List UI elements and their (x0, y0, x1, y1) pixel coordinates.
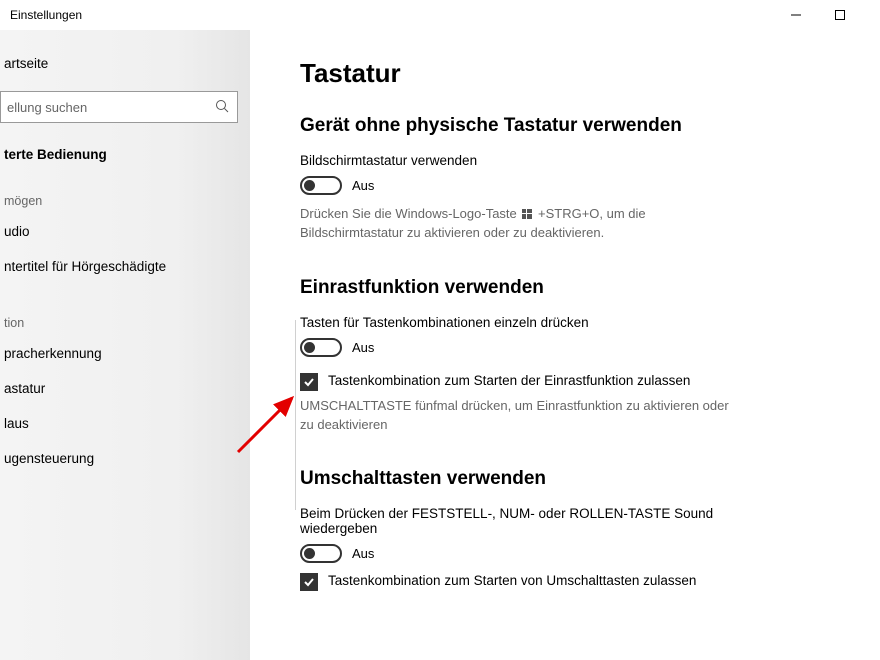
checkbox-sticky-shortcut[interactable] (300, 373, 318, 391)
toggle-state-label: Aus (352, 546, 374, 561)
section-heading: Umschalttasten verwenden (300, 468, 850, 490)
close-spacer (862, 0, 880, 30)
home-link[interactable]: artseite (0, 48, 250, 79)
toggle-onscreen-keyboard[interactable] (300, 176, 342, 195)
section-heading: Gerät ohne physische Tastatur verwenden (300, 115, 850, 137)
section-toggle-keys: Umschalttasten verwenden Beim Drücken de… (300, 468, 850, 591)
sidebar: artseite ellung suchen terte Bedienung m… (0, 30, 250, 660)
checkbox-togglekeys-shortcut[interactable] (300, 573, 318, 591)
window-title: Einstellungen (10, 8, 774, 22)
titlebar: Einstellungen (0, 0, 880, 30)
setting-label: Bildschirmtastatur verwenden (300, 153, 850, 168)
nav-item-keyboard[interactable]: astatur (0, 371, 250, 406)
nav-item-speech[interactable]: pracherkennung (0, 336, 250, 371)
group-label-0: mögen (4, 194, 250, 208)
vertical-divider (295, 320, 296, 510)
page-title: Tastatur (300, 58, 850, 89)
section-sticky-keys: Einrastfunktion verwenden Tasten für Tas… (300, 277, 850, 435)
nav-item-captions[interactable]: ntertitel für Hörgeschädigte (0, 249, 250, 284)
category-heading: terte Bedienung (4, 147, 250, 162)
minimize-button[interactable] (774, 0, 818, 30)
setting-label: Tasten für Tastenkombinationen einzeln d… (300, 315, 850, 330)
maximize-button[interactable] (818, 0, 862, 30)
checkbox-label: Tastenkombination zum Starten der Einras… (328, 373, 690, 388)
search-input[interactable]: ellung suchen (0, 91, 238, 123)
toggle-sticky-keys[interactable] (300, 338, 342, 357)
section-onscreen-keyboard: Gerät ohne physische Tastatur verwenden … (300, 115, 850, 243)
search-icon (215, 99, 229, 116)
nav-item-mouse[interactable]: laus (0, 406, 250, 441)
hint-text: Drücken Sie die Windows-Logo-Taste +STRG… (300, 205, 740, 243)
group-label-1: tion (4, 316, 250, 330)
nav-item-eyetracking[interactable]: ugensteuerung (0, 441, 250, 476)
checkbox-label: Tastenkombination zum Starten von Umscha… (328, 573, 696, 588)
search-placeholder: ellung suchen (7, 100, 215, 115)
setting-label: Beim Drücken der FESTSTELL-, NUM- oder R… (300, 506, 740, 536)
toggle-state-label: Aus (352, 340, 374, 355)
nav-item-audio[interactable]: udio (0, 214, 250, 249)
hint-text: UMSCHALTTASTE fünfmal drücken, um Einras… (300, 397, 740, 435)
content-pane: Tastatur Gerät ohne physische Tastatur v… (250, 30, 880, 660)
section-heading: Einrastfunktion verwenden (300, 277, 850, 299)
toggle-state-label: Aus (352, 178, 374, 193)
windows-logo-icon (522, 209, 532, 219)
toggle-toggle-keys[interactable] (300, 544, 342, 563)
